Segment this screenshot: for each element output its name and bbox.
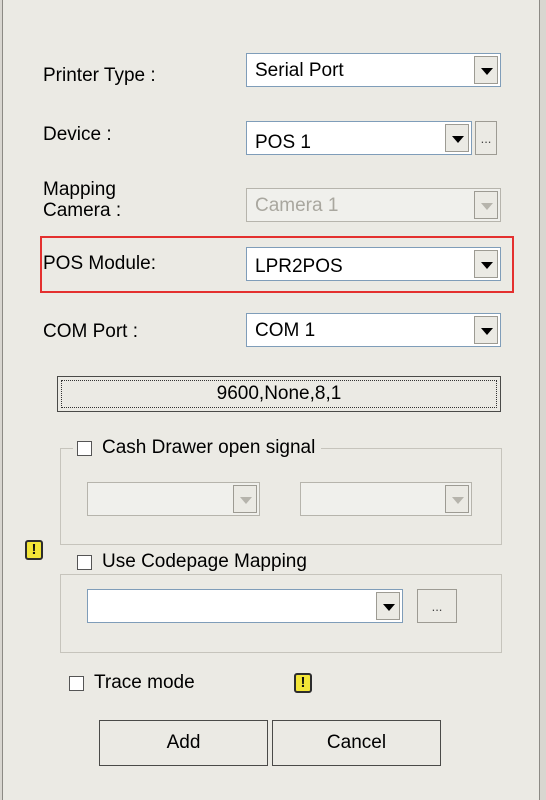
cash-drawer-checkbox[interactable] [77,440,92,456]
com-port-label: COM Port : [43,321,139,342]
chevron-down-icon[interactable] [233,485,257,513]
pos-settings-dialog: Printer Type : Serial Port Device : POS … [2,0,540,800]
chevron-down-icon[interactable] [445,485,469,513]
warning-icon: ! [25,540,43,560]
codepage-label: Use Codepage Mapping [102,551,307,572]
trace-mode-row[interactable]: Trace mode [65,671,201,695]
mapping-camera-select[interactable]: Camera 1 [246,188,501,222]
printer-type-value: Serial Port [255,60,344,81]
mapping-camera-value: Camera 1 [255,195,339,216]
codepage-browse-button[interactable]: ... [417,589,457,623]
printer-type-label: Printer Type : [43,65,156,86]
chevron-down-icon[interactable] [474,191,498,219]
device-label: Device : [43,124,112,145]
codepage-checkbox[interactable] [77,554,92,570]
trace-mode-checkbox[interactable] [69,675,84,691]
chevron-down-icon[interactable] [474,250,498,278]
trace-mode-label: Trace mode [94,672,195,693]
chevron-down-icon[interactable] [474,56,498,84]
printer-type-select[interactable]: Serial Port [246,53,501,87]
warning-icon: ! [294,673,312,693]
device-browse-button[interactable]: ... [475,121,497,155]
cancel-button[interactable]: Cancel [272,720,441,766]
device-value: POS 1 [255,132,311,153]
serial-settings-label: 9600,None,8,1 [61,380,497,408]
add-button[interactable]: Add [99,720,268,766]
chevron-down-icon[interactable] [445,124,469,152]
device-select[interactable]: POS 1 [246,121,472,155]
cash-drawer-title[interactable]: Cash Drawer open signal [73,436,322,460]
pos-module-value: LPR2POS [255,256,343,277]
pos-module-select[interactable]: LPR2POS [246,247,501,281]
cash-drawer-label: Cash Drawer open signal [102,437,316,458]
serial-settings-button[interactable]: 9600,None,8,1 [57,376,501,412]
cash-drawer-select-2[interactable] [300,482,472,516]
chevron-down-icon[interactable] [376,592,400,620]
pos-module-label: POS Module: [43,253,156,274]
cash-drawer-select-1[interactable] [87,482,260,516]
com-port-select[interactable]: COM 1 [246,313,501,347]
codepage-select[interactable] [87,589,403,623]
codepage-title[interactable]: Use Codepage Mapping [73,550,313,574]
chevron-down-icon[interactable] [474,316,498,344]
com-port-value: COM 1 [255,320,316,341]
mapping-camera-label-line2: Camera : [43,200,122,221]
